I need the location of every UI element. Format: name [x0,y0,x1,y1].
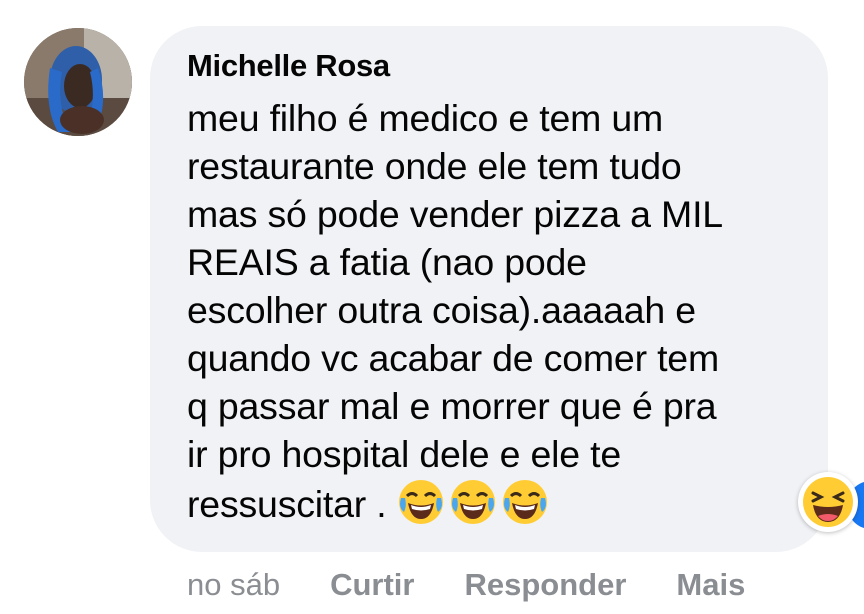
laughing-emoji-icon [449,478,497,526]
like-button[interactable]: Curtir [330,567,414,603]
comment-body: meu filho é medico e tem um restaurante … [187,97,723,525]
laughing-emoji-icon [501,478,549,526]
comment-text: meu filho é medico e tem um restaurante … [187,94,798,528]
reply-button[interactable]: Responder [464,567,626,603]
avatar[interactable] [24,28,132,136]
laughing-emoji-icon [397,478,445,526]
more-button[interactable]: Mais [676,567,745,603]
comment-timestamp[interactable]: no sáb [187,567,280,603]
haha-reaction-icon [798,472,858,532]
comment-author[interactable]: Michelle Rosa [187,46,798,86]
comment-actions: no sáb Curtir Responder Mais [187,565,795,605]
reaction-summary[interactable] [798,472,864,532]
comment-bubble: Michelle Rosa meu filho é medico e tem u… [150,26,828,552]
